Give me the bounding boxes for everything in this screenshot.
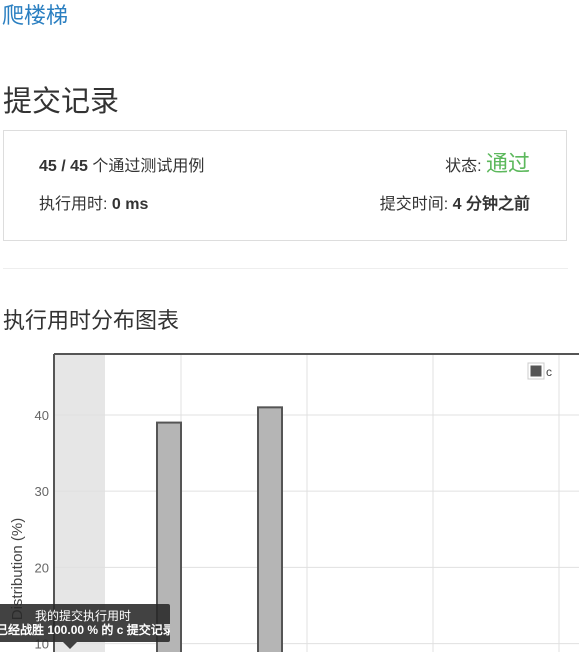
submitted-value: 4 分钟之前: [452, 196, 530, 213]
submitted-label: 提交时间:: [379, 196, 449, 213]
status: 状态: 通过: [445, 153, 530, 178]
bar: [257, 406, 283, 652]
passed-suffix: 个通过测试用例: [87, 158, 205, 175]
y-tick-label: 20: [35, 560, 49, 575]
tooltip-line-1: 我的提交执行用时: [34, 609, 131, 623]
status-label: 状态:: [445, 158, 482, 175]
runtime-label: 执行用时:: [39, 196, 108, 213]
runtime-chart-title: 执行用时分布图表: [3, 308, 180, 333]
status-value: 通过: [485, 151, 530, 176]
submitted-time: 提交时间: 4 分钟之前: [380, 194, 530, 216]
page-title: 提交记录: [3, 86, 120, 118]
passed-count: 45 / 45: [39, 158, 88, 175]
legend-label: c: [546, 365, 552, 379]
problem-title-link[interactable]: 爬楼梯: [2, 2, 68, 30]
y-tick-label: 30: [35, 484, 49, 499]
divider: [3, 268, 568, 269]
submission-summary: 45 / 45 个通过测试用例 状态: 通过 执行用时: 0 ms 提交时间: …: [3, 130, 567, 241]
runtime: 执行用时: 0 ms: [39, 194, 148, 216]
tooltip-arrow: [63, 642, 77, 649]
y-tick-label: 40: [35, 408, 49, 423]
test-cases-passed: 45 / 45 个通过测试用例: [39, 156, 204, 178]
tooltip-line-2: 已经战胜 100.00 % 的 c 提交记录: [0, 623, 170, 637]
runtime-value: 0 ms: [111, 196, 149, 213]
legend-swatch: [529, 364, 543, 378]
my-submission-tooltip: 我的提交执行用时 已经战胜 100.00 % 的 c 提交记录: [0, 604, 170, 642]
